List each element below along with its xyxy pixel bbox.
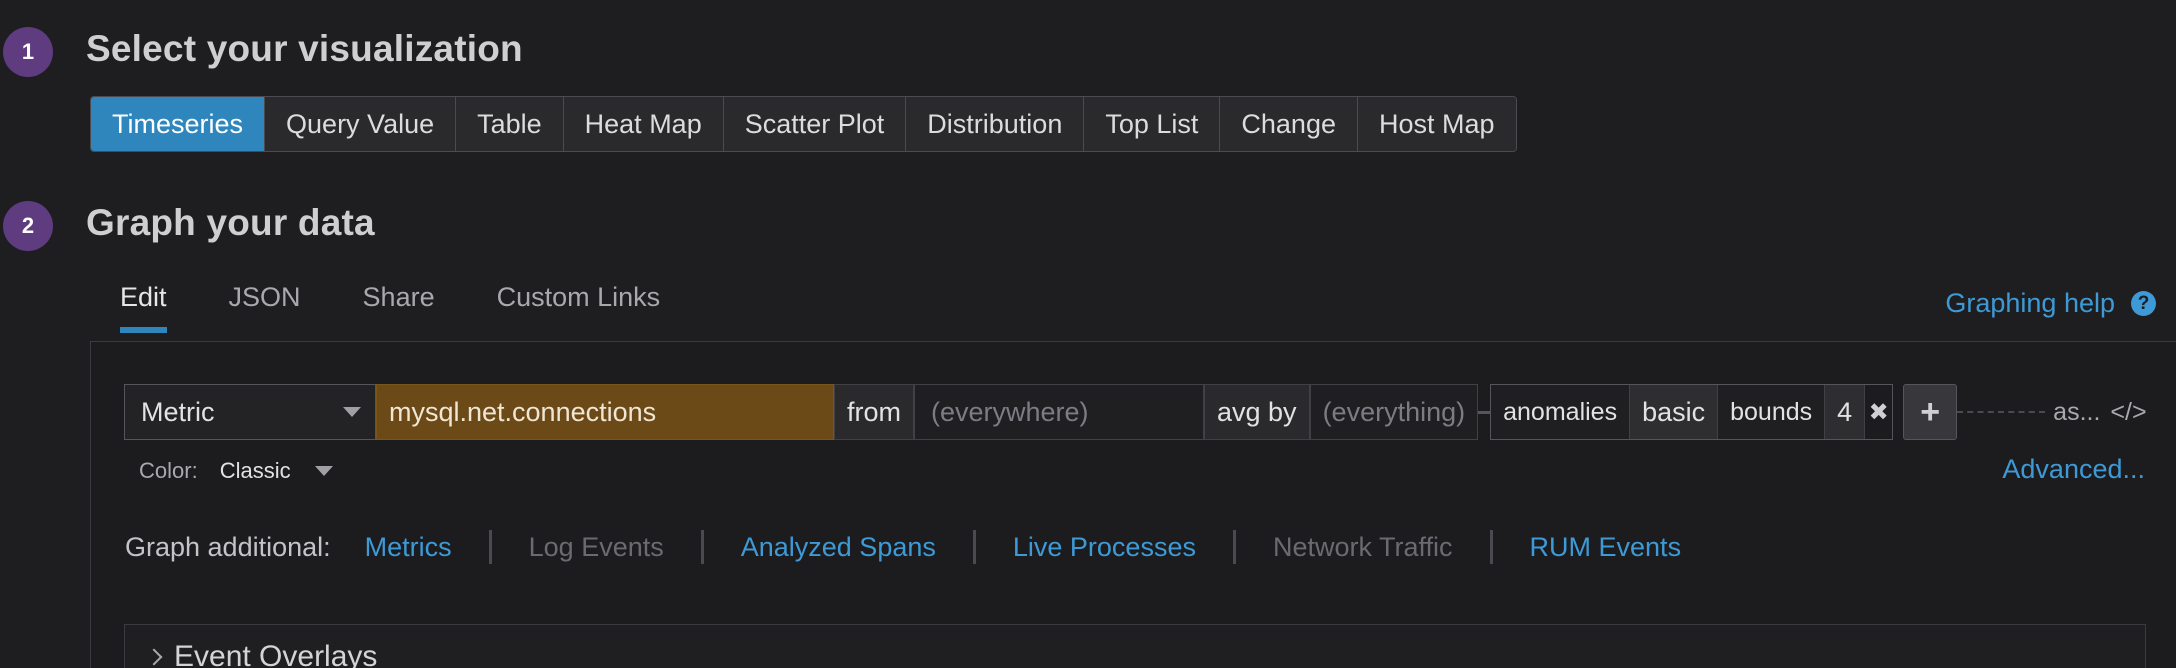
color-label: Color: — [139, 458, 198, 483]
source-type-select[interactable]: Metric — [124, 384, 376, 440]
viz-tab-table[interactable]: Table — [456, 97, 564, 151]
query-row: Metric mysql.net.connections from (every… — [124, 384, 2147, 440]
dotted-connector — [1957, 411, 2046, 413]
aggregation-label[interactable]: avg by — [1204, 384, 1310, 440]
viz-tab-distribution[interactable]: Distribution — [906, 97, 1085, 151]
color-row: Color: Classic — [139, 458, 333, 484]
separator — [1232, 530, 1236, 564]
tab-json[interactable]: JSON — [229, 282, 301, 333]
separator — [972, 530, 976, 564]
graph-additional-rum-events[interactable]: RUM Events — [1530, 532, 1719, 563]
tab-share[interactable]: Share — [363, 282, 435, 333]
remove-function-icon[interactable]: ✖ — [1864, 385, 1892, 439]
from-scope-input[interactable]: (everywhere) — [914, 384, 1204, 440]
viz-tab-timeseries[interactable]: Timeseries — [91, 97, 266, 151]
connector-line — [1478, 410, 1491, 414]
color-palette-value: Classic — [219, 458, 291, 483]
separator — [1489, 530, 1493, 564]
function-arg-label-bounds: bounds — [1717, 385, 1825, 439]
viz-tab-heat-map[interactable]: Heat Map — [563, 97, 724, 151]
viz-tab-query-value[interactable]: Query Value — [265, 97, 457, 151]
event-overlays-toggle[interactable]: Event Overlays — [145, 640, 378, 668]
step-1-title: Select your visualization — [86, 28, 523, 69]
advanced-link[interactable]: Advanced... — [2002, 454, 2145, 485]
step-2-badge: 2 — [3, 201, 53, 251]
viz-tab-change[interactable]: Change — [1220, 97, 1358, 151]
graph-additional-row: Graph additional: Metrics Log Events Ana… — [125, 530, 1718, 564]
viz-tab-host-map[interactable]: Host Map — [1358, 97, 1516, 151]
function-name[interactable]: anomalies — [1491, 385, 1630, 439]
caret-down-icon — [314, 466, 333, 476]
graph-additional-label: Graph additional: — [125, 531, 331, 562]
add-function-button[interactable]: + — [1903, 384, 1958, 440]
viz-tab-top-list[interactable]: Top List — [1084, 97, 1221, 151]
alias-input[interactable]: as... — [2045, 384, 2100, 440]
graph-additional-network-traffic: Network Traffic — [1272, 531, 1453, 562]
step-2-title: Graph your data — [86, 202, 375, 243]
metric-name-input[interactable]: mysql.net.connections — [376, 384, 834, 440]
color-palette-select[interactable]: Classic — [220, 458, 333, 484]
code-icon[interactable]: </> — [2110, 384, 2146, 440]
separator — [488, 530, 492, 564]
anomalies-function: anomalies basic bounds 4 ✖ — [1490, 384, 1894, 440]
question-circle-icon: ? — [2131, 291, 2156, 316]
separator — [700, 530, 704, 564]
graph-additional-live-processes[interactable]: Live Processes — [1013, 532, 1233, 563]
from-label: from — [834, 384, 914, 440]
graphing-help-label: Graphing help — [1945, 288, 2115, 318]
graph-additional-analyzed-spans[interactable]: Analyzed Spans — [741, 532, 973, 563]
group-by-input[interactable]: (everything) — [1309, 384, 1479, 440]
visualization-tabs: Timeseries Query Value Table Heat Map Sc… — [90, 96, 1517, 152]
step-1-badge: 1 — [3, 27, 53, 77]
graph-additional-log-events: Log Events — [528, 531, 664, 562]
caret-down-icon — [343, 407, 361, 417]
viz-tab-scatter-plot[interactable]: Scatter Plot — [723, 97, 907, 151]
tab-edit[interactable]: Edit — [120, 282, 167, 333]
source-type-value: Metric — [141, 396, 215, 427]
graphing-help-link[interactable]: Graphing help ? — [1945, 288, 2156, 319]
event-overlays-label: Event Overlays — [174, 640, 378, 668]
editor-tabs: Edit JSON Share Custom Links — [120, 282, 722, 333]
function-arg-bounds-value[interactable]: 4 — [1824, 385, 1865, 439]
chevron-right-icon — [145, 648, 163, 666]
graph-additional-metrics[interactable]: Metrics — [365, 532, 489, 563]
event-overlays-panel — [124, 624, 2146, 668]
function-arg-algorithm[interactable]: basic — [1629, 385, 1718, 439]
tab-custom-links[interactable]: Custom Links — [497, 282, 661, 333]
